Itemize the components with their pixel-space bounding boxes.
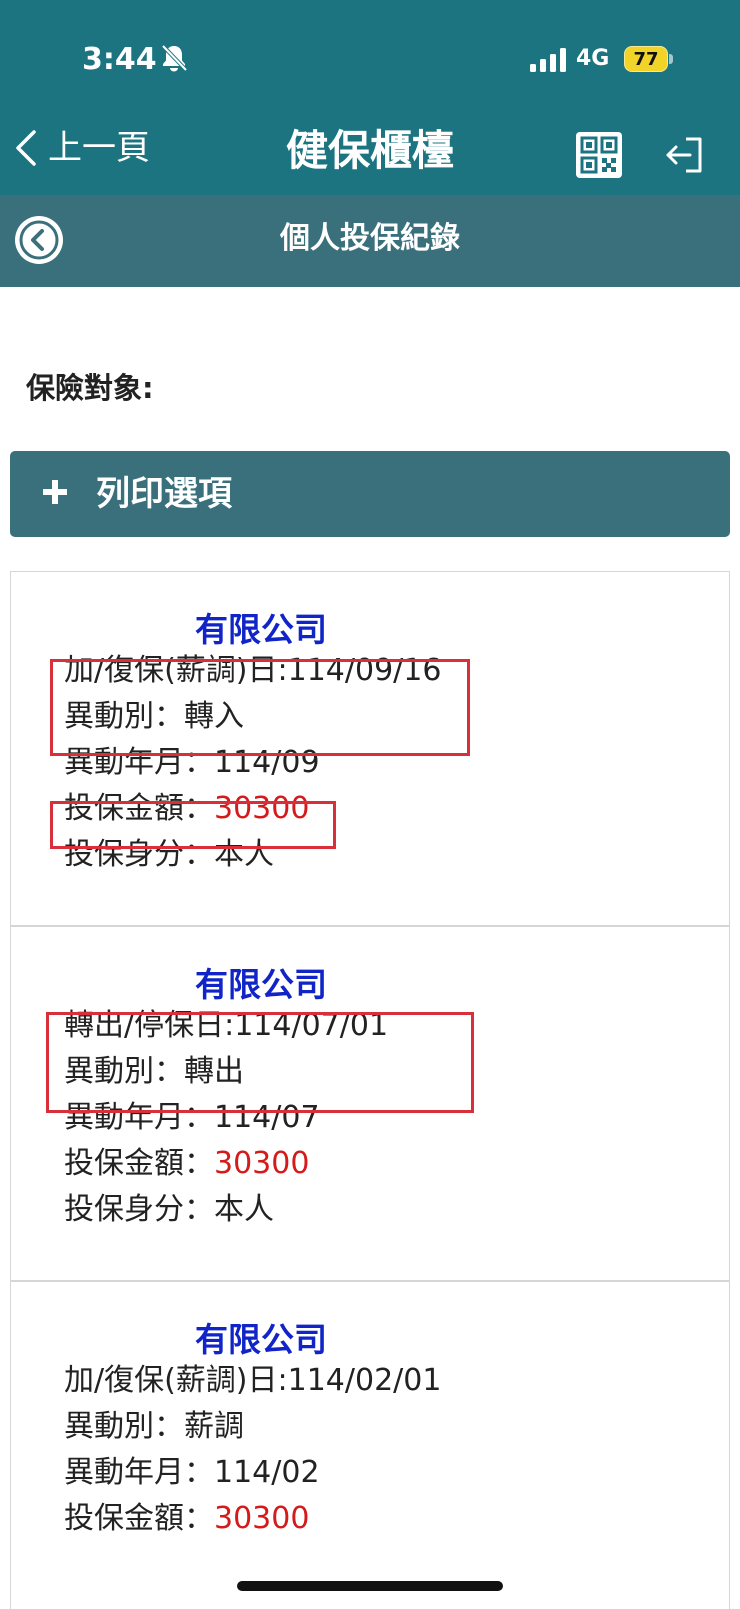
insured-amount: 投保金額：30300	[64, 1501, 309, 1537]
termination-date: 轉出/停保日:114/07/01	[64, 1008, 389, 1043]
amount-label: 投保金額：	[64, 791, 214, 826]
print-options-label: 列印選項	[96, 474, 232, 514]
app-title: 健保櫃檯	[285, 126, 454, 175]
status-time: 3:44	[82, 42, 157, 77]
insured-amount: 投保金額：30300	[64, 1146, 309, 1182]
bell-slash-icon	[161, 44, 188, 72]
amount-label: 投保金額：	[64, 1146, 214, 1181]
company-name: 有限公司	[195, 1320, 327, 1359]
home-indicator[interactable]	[237, 1581, 503, 1591]
company-name: 有限公司	[195, 610, 327, 649]
enrollment-date: 加/復保(薪調)日:114/09/16	[64, 653, 442, 688]
record-card: 有限公司 加/復保(薪調)日:114/02/01 異動別：薪調 異動年月：114…	[11, 1282, 729, 1609]
change-type: 異動別：薪調	[64, 1409, 244, 1444]
battery-level: 77	[624, 46, 668, 72]
battery-icon: 77	[624, 46, 674, 74]
insured-identity: 投保身分：本人	[64, 1192, 274, 1227]
amount-value: 30300	[214, 1501, 310, 1536]
section-title: 個人投保紀錄	[280, 221, 460, 256]
chevron-left-icon	[16, 130, 36, 166]
amount-value: 30300	[214, 1146, 310, 1181]
change-month: 異動年月：114/02	[64, 1455, 320, 1490]
print-options-toggle[interactable]: 列印選項	[10, 451, 730, 537]
back-button[interactable]: 上一頁	[14, 128, 150, 168]
change-type: 異動別：轉入	[64, 699, 244, 734]
insurance-record-list: 有限公司 加/復保(薪調)日:114/09/16 異動別：轉入 異動年月：114…	[10, 571, 730, 1609]
network-type: 4G	[576, 46, 610, 71]
change-month: 異動年月：114/09	[64, 745, 320, 780]
qr-code-button[interactable]	[576, 132, 622, 178]
amount-value: 30300	[214, 791, 310, 826]
logout-icon[interactable]	[664, 135, 704, 175]
change-type: 異動別：轉出	[64, 1054, 244, 1089]
back-label: 上一頁	[48, 128, 150, 168]
insured-identity: 投保身分：本人	[64, 837, 274, 872]
insured-amount: 投保金額：30300	[64, 791, 309, 827]
battery-tip	[669, 54, 673, 64]
enrollment-date: 加/復保(薪調)日:114/02/01	[64, 1363, 442, 1398]
company-name: 有限公司	[195, 965, 327, 1004]
record-card: 有限公司 轉出/停保日:114/07/01 異動別：轉出 異動年月：114/07…	[11, 927, 729, 1282]
plus-icon	[43, 480, 67, 504]
record-card: 有限公司 加/復保(薪調)日:114/09/16 異動別：轉入 異動年月：114…	[11, 572, 729, 927]
insured-label: 保險對象:	[26, 371, 154, 405]
section-header: 個人投保紀錄	[0, 195, 740, 287]
change-month: 異動年月：114/07	[64, 1100, 320, 1135]
app-screen: 3:44 4G 77 上一頁 健保櫃檯 個人投保紀錄 保險對象: 列印選項 有限…	[0, 0, 740, 1609]
amount-label: 投保金額：	[64, 1501, 214, 1536]
cellular-signal-icon	[530, 48, 566, 72]
